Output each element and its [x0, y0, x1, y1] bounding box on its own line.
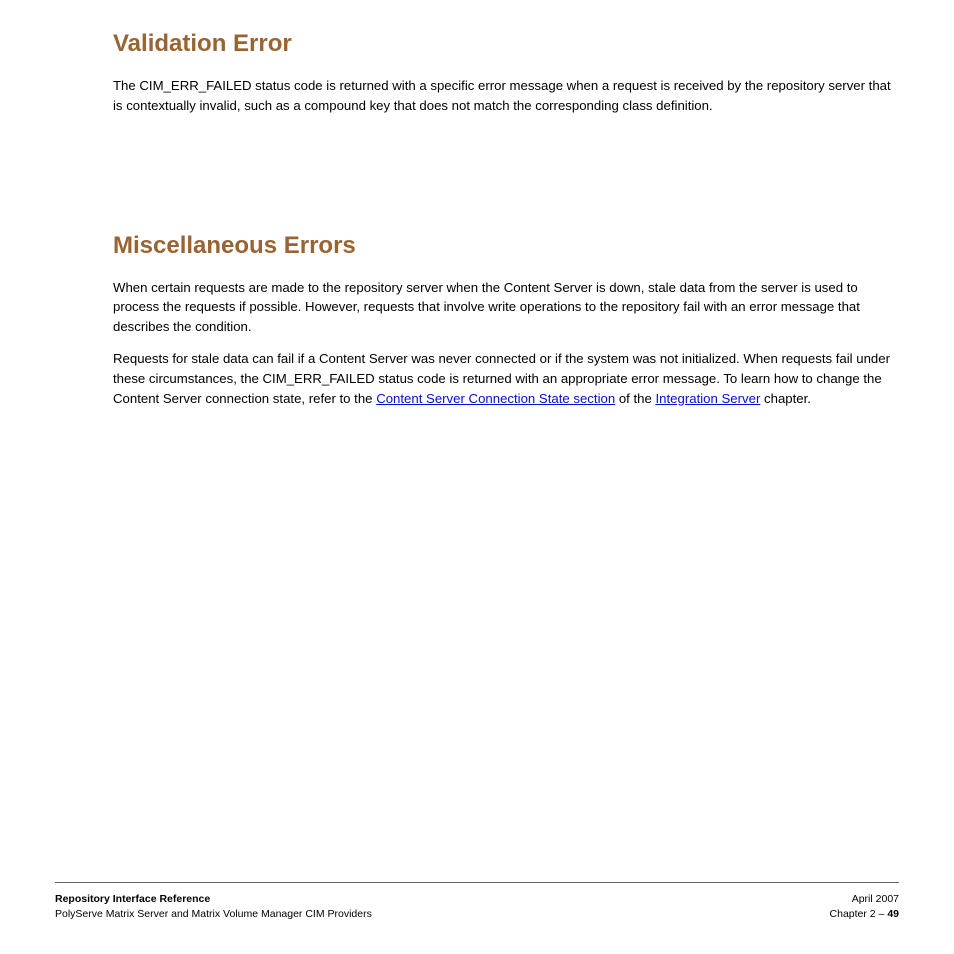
- text-trailing-1: of the: [619, 391, 652, 406]
- page-content: Validation Error The CIM_ERR_FAILED stat…: [0, 0, 954, 408]
- page-footer: Repository Interface Reference PolyServe…: [0, 892, 954, 922]
- text-trailing-2: chapter.: [764, 391, 811, 406]
- heading-validation-error: Validation Error: [113, 30, 899, 58]
- para-misc-1: When certain requests are made to the re…: [113, 278, 899, 337]
- footer-right-page: 49: [887, 908, 899, 920]
- link-content-server-connection-state[interactable]: Content Server Connection State section: [376, 391, 615, 406]
- para-misc-2: Requests for stale data can fail if a Co…: [113, 349, 899, 408]
- footer-left-sub: PolyServe Matrix Server and Matrix Volum…: [55, 908, 372, 920]
- footer-right-date: April 2007: [852, 893, 899, 905]
- link-integration-server[interactable]: Integration Server: [656, 391, 761, 406]
- footer-right-prefix: Chapter 2 –: [830, 908, 888, 920]
- footer-left: Repository Interface Reference PolyServe…: [55, 892, 372, 922]
- para-validation-error: The CIM_ERR_FAILED status code is return…: [113, 76, 899, 116]
- footer-left-title: Repository Interface Reference: [55, 893, 210, 905]
- heading-misc-errors: Miscellaneous Errors: [113, 232, 899, 260]
- footer-divider: [55, 882, 899, 883]
- footer-right: April 2007 Chapter 2 – 49: [830, 892, 899, 922]
